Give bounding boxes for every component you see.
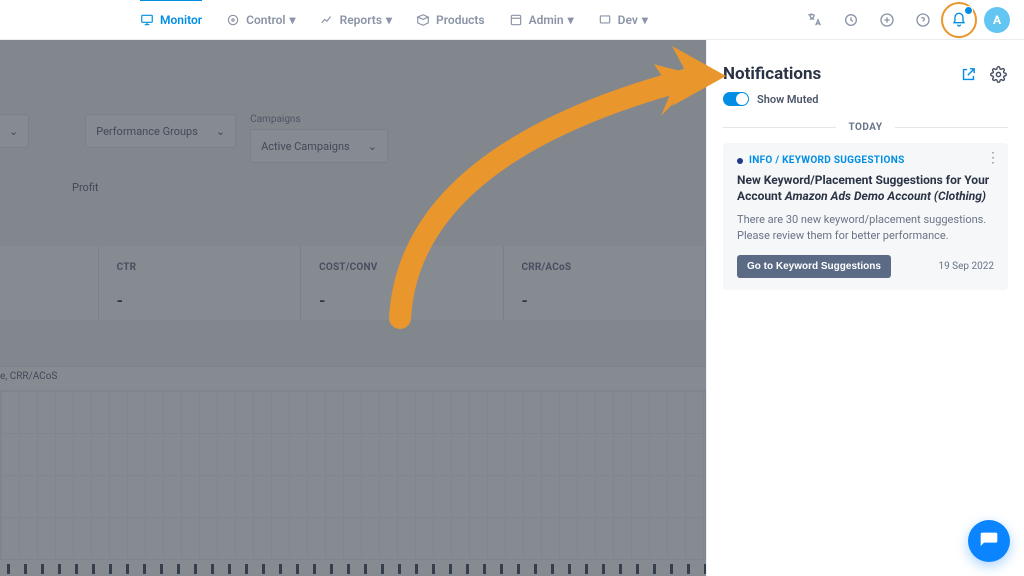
products-icon (416, 13, 430, 27)
admin-icon (509, 13, 523, 27)
body: ⌄ Performance Groups ⌄ Campaigns Active … (0, 40, 1024, 576)
nav-reports[interactable]: Reports ▾ (320, 0, 392, 39)
nav-products-label: Products (436, 13, 485, 27)
nav-control[interactable]: Control ▾ (226, 0, 295, 39)
bell-unread-dot (964, 6, 973, 15)
caret-icon: ▾ (386, 13, 392, 27)
notification-card[interactable]: ⋮ INFO / KEYWORD SUGGESTIONS New Keyword… (723, 143, 1008, 290)
user-avatar[interactable]: A (984, 7, 1010, 33)
toggle-row: Show Muted (723, 92, 1008, 106)
show-muted-toggle[interactable] (723, 92, 749, 106)
gear-icon[interactable] (988, 64, 1008, 84)
caret-icon: ▾ (290, 13, 296, 27)
notifications-panel: Notifications Show Muted TODAY ⋮ INFO / … (706, 40, 1024, 576)
notification-desc: There are 30 new keyword/placement sugge… (737, 212, 994, 243)
top-right: A (804, 0, 1010, 39)
help-icon[interactable] (912, 9, 934, 31)
notification-category: INFO / KEYWORD SUGGESTIONS (737, 155, 994, 166)
avatar-initial: A (993, 13, 1001, 27)
translate-icon[interactable] (804, 9, 826, 31)
notification-date: 19 Sep 2022 (938, 261, 994, 272)
category-label: INFO / KEYWORD SUGGESTIONS (749, 155, 905, 166)
panel-header: Notifications (723, 64, 1008, 84)
monitor-icon (140, 13, 154, 27)
nav-control-label: Control (246, 13, 285, 27)
top-bar: Monitor Control ▾ Reports ▾ Products Adm… (0, 0, 1024, 40)
nav-reports-label: Reports (340, 13, 382, 27)
nav-monitor-label: Monitor (160, 13, 202, 27)
notification-title: New Keyword/Placement Suggestions for Yo… (737, 172, 994, 204)
top-nav: Monitor Control ▾ Reports ▾ Products Adm… (140, 0, 648, 39)
divider-label: TODAY (848, 122, 882, 133)
nav-admin[interactable]: Admin ▾ (509, 0, 574, 39)
nav-dev[interactable]: Dev ▾ (598, 0, 648, 39)
caret-icon: ▾ (642, 13, 648, 27)
reports-icon (320, 13, 334, 27)
dim-overlay[interactable] (0, 40, 706, 576)
add-icon[interactable] (876, 9, 898, 31)
panel-title: Notifications (723, 64, 821, 84)
show-muted-label: Show Muted (757, 93, 819, 106)
control-icon (226, 13, 240, 27)
open-external-icon[interactable] (958, 64, 978, 84)
dev-icon (598, 13, 612, 27)
category-dot-icon (737, 158, 743, 164)
nav-dev-label: Dev (618, 13, 638, 27)
main-content: ⌄ Performance Groups ⌄ Campaigns Active … (0, 40, 706, 576)
date-divider: TODAY (723, 122, 1008, 133)
go-to-keyword-suggestions-button[interactable]: Go to Keyword Suggestions (737, 255, 891, 278)
notification-footer: Go to Keyword Suggestions 19 Sep 2022 (737, 255, 994, 278)
notification-more-icon[interactable]: ⋮ (986, 151, 1000, 165)
nav-admin-label: Admin (529, 13, 564, 27)
notification-account-name: Amazon Ads Demo Account (Clothing) (785, 189, 986, 203)
chat-icon (979, 531, 999, 551)
notifications-bell-button[interactable] (948, 9, 970, 31)
caret-icon: ▾ (568, 13, 574, 27)
clock-icon[interactable] (840, 9, 862, 31)
nav-products[interactable]: Products (416, 0, 485, 39)
toggle-knob (736, 93, 748, 105)
chat-widget-button[interactable] (968, 520, 1010, 562)
nav-monitor[interactable]: Monitor (140, 0, 202, 39)
